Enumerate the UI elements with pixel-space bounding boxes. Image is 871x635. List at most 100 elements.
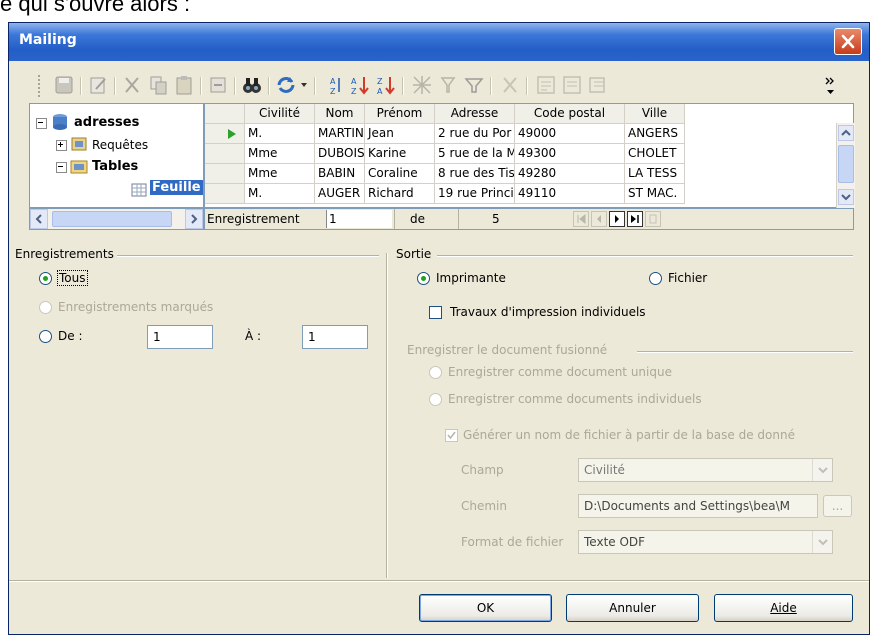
first-record-button[interactable] bbox=[573, 211, 589, 227]
grid-cell[interactable]: M. bbox=[245, 184, 315, 204]
grid-cell[interactable]: AUGER bbox=[315, 184, 365, 204]
record-number-field[interactable]: 1 bbox=[326, 210, 392, 228]
last-record-button[interactable] bbox=[627, 211, 643, 227]
grid-cell[interactable]: MARTIN bbox=[315, 124, 365, 144]
tree-item-tables[interactable]: Tables bbox=[92, 159, 138, 174]
grid-cell[interactable]: ANGERS bbox=[625, 124, 685, 144]
find-binoculars-icon[interactable] bbox=[240, 73, 264, 97]
data-to-fields-icon[interactable] bbox=[560, 73, 584, 97]
cancel-button[interactable]: Annuler bbox=[566, 594, 699, 622]
column-header[interactable]: Adresse bbox=[435, 104, 515, 124]
tree-item-adresses[interactable]: adresses bbox=[74, 115, 139, 130]
grid-cell[interactable]: 5 rue de la M bbox=[435, 144, 515, 164]
new-record-button[interactable] bbox=[645, 211, 661, 227]
toolbar-grip[interactable] bbox=[38, 75, 43, 97]
scroll-thumb[interactable] bbox=[838, 145, 854, 183]
row-selector[interactable] bbox=[205, 144, 245, 164]
filter-icon[interactable] bbox=[462, 73, 486, 97]
radio-file-label[interactable]: Fichier bbox=[668, 271, 707, 285]
title-bar[interactable]: Mailing bbox=[9, 23, 869, 61]
individual-jobs-label[interactable]: Travaux d'impression individuels bbox=[450, 305, 646, 319]
copy-icon[interactable] bbox=[146, 73, 170, 97]
row-selector[interactable] bbox=[205, 184, 245, 204]
radio-all[interactable] bbox=[39, 272, 52, 285]
edit-icon[interactable] bbox=[86, 73, 110, 97]
tree-horizontal-scrollbar[interactable] bbox=[29, 208, 204, 230]
standard-filter-icon[interactable] bbox=[436, 73, 460, 97]
expand-icon[interactable] bbox=[56, 140, 67, 151]
column-header[interactable]: Code postal bbox=[515, 104, 625, 124]
ok-button[interactable]: OK bbox=[419, 594, 552, 622]
radio-all-label[interactable]: Tous bbox=[57, 270, 88, 286]
toolbar-overflow-icon[interactable] bbox=[824, 75, 838, 97]
grid-cell[interactable]: M. bbox=[245, 124, 315, 144]
grid-cell[interactable]: CHOLET bbox=[625, 144, 685, 164]
grid-cell[interactable]: 49300 bbox=[515, 144, 625, 164]
close-button[interactable] bbox=[834, 28, 862, 55]
column-header[interactable]: Prénom bbox=[365, 104, 435, 124]
cut-icon[interactable] bbox=[120, 73, 144, 97]
remove-filter-icon[interactable] bbox=[498, 73, 522, 97]
grid-cell[interactable]: Mme bbox=[245, 164, 315, 184]
help-button[interactable]: Aide bbox=[714, 594, 853, 622]
to-field[interactable]: 1 bbox=[302, 325, 368, 349]
database-icon bbox=[53, 114, 67, 130]
row-selector[interactable] bbox=[205, 124, 245, 144]
grid-cell[interactable]: Richard bbox=[365, 184, 435, 204]
grid-cell[interactable]: 49110 bbox=[515, 184, 625, 204]
individual-jobs-checkbox[interactable] bbox=[429, 306, 442, 319]
radio-file[interactable] bbox=[649, 272, 662, 285]
grid-cell[interactable]: BABIN bbox=[315, 164, 365, 184]
undo-icon[interactable] bbox=[206, 73, 230, 97]
grid-cell[interactable]: 8 rue des Tis bbox=[435, 164, 515, 184]
grid-cell[interactable]: Jean bbox=[365, 124, 435, 144]
collapse-icon[interactable] bbox=[56, 162, 67, 173]
scroll-thumb[interactable] bbox=[52, 211, 172, 227]
column-header[interactable]: Civilité bbox=[245, 104, 315, 124]
chevron-down-icon[interactable] bbox=[300, 81, 308, 89]
data-grid[interactable]: Civilité Nom Prénom Adresse Code postal Ville… bbox=[204, 103, 854, 208]
field-dropdown-button bbox=[812, 459, 832, 481]
radio-printer-label[interactable]: Imprimante bbox=[436, 271, 506, 285]
radio-from[interactable] bbox=[39, 330, 52, 343]
scroll-right-button[interactable] bbox=[185, 209, 203, 229]
datasource-tree[interactable]: adresses Requêtes Tables Feuille bbox=[29, 103, 204, 208]
save-group-title: Enregistrer le document fusionné bbox=[407, 343, 608, 357]
grid-cell[interactable]: Karine bbox=[365, 144, 435, 164]
tree-item-feuille[interactable]: Feuille bbox=[150, 180, 203, 195]
tree-item-requetes[interactable]: Requêtes bbox=[92, 138, 148, 152]
radio-printer[interactable] bbox=[417, 272, 430, 285]
grid-cell[interactable]: ST MAC. bbox=[625, 184, 685, 204]
grid-cell[interactable]: LA TESS bbox=[625, 164, 685, 184]
sort-descending-icon[interactable]: ZA bbox=[374, 73, 398, 97]
grid-cell[interactable]: 2 rue du Por bbox=[435, 124, 515, 144]
sort-ascending-icon[interactable]: AZ bbox=[348, 73, 372, 97]
scroll-left-button[interactable] bbox=[30, 209, 48, 229]
collapse-icon[interactable] bbox=[36, 118, 47, 129]
autofilter-icon[interactable] bbox=[410, 73, 434, 97]
grid-cell[interactable]: 19 rue Princi bbox=[435, 184, 515, 204]
scroll-down-button[interactable] bbox=[838, 189, 854, 205]
save-icon[interactable] bbox=[52, 73, 76, 97]
field-label: Champ bbox=[461, 463, 504, 477]
grid-cell[interactable]: Mme bbox=[245, 144, 315, 164]
chevron-down-icon bbox=[841, 194, 851, 201]
queries-icon bbox=[71, 137, 87, 151]
grid-cell[interactable]: Coraline bbox=[365, 164, 435, 184]
from-field[interactable]: 1 bbox=[147, 325, 213, 349]
scroll-up-button[interactable] bbox=[838, 125, 854, 141]
column-header[interactable]: Ville bbox=[625, 104, 685, 124]
grid-cell[interactable]: DUBOIS bbox=[315, 144, 365, 164]
paste-icon[interactable] bbox=[172, 73, 196, 97]
grid-vertical-scrollbar[interactable] bbox=[836, 123, 855, 208]
row-selector[interactable] bbox=[205, 164, 245, 184]
mail-merge-icon[interactable] bbox=[586, 73, 610, 97]
refresh-icon[interactable] bbox=[274, 73, 298, 97]
sort-icon[interactable]: AZ bbox=[322, 73, 346, 97]
previous-record-button[interactable] bbox=[591, 211, 607, 227]
column-header[interactable]: Nom bbox=[315, 104, 365, 124]
data-to-text-icon[interactable] bbox=[534, 73, 558, 97]
next-record-button[interactable] bbox=[609, 211, 625, 227]
grid-cell[interactable]: 49000 bbox=[515, 124, 625, 144]
grid-cell[interactable]: 49280 bbox=[515, 164, 625, 184]
